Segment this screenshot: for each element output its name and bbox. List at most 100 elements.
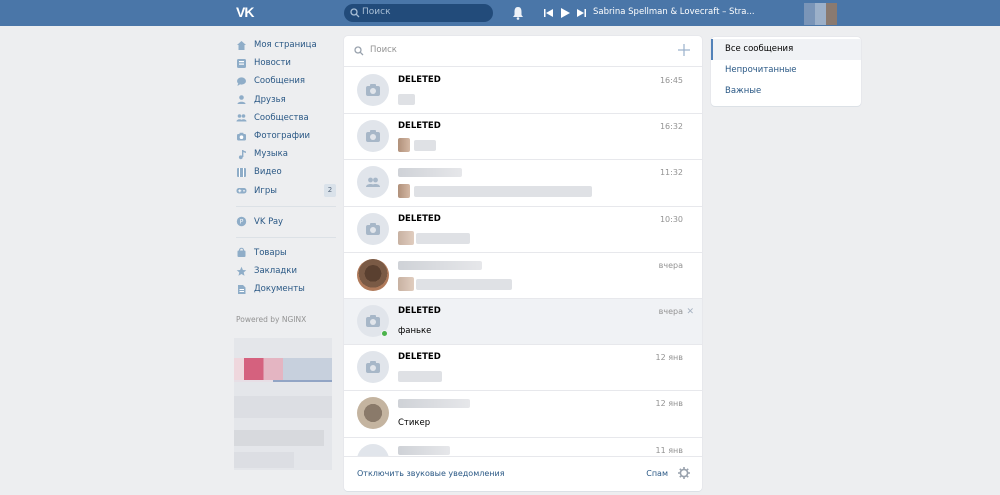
nav-item-games[interactable]: Игры 2 (236, 182, 336, 200)
camera-icon (366, 84, 380, 96)
vk-logo[interactable]: VK (236, 4, 262, 22)
blurred-sender-avatar (398, 276, 414, 291)
blurred-message (414, 140, 436, 152)
ad-text-placeholder (234, 452, 294, 468)
nav-item-photos[interactable]: Фотографии (236, 127, 336, 145)
camera-icon (237, 132, 246, 141)
bookmarks-icon (236, 266, 247, 276)
dialog-row[interactable]: DELETED 12 янв (344, 345, 702, 392)
dialog-name: DELETED (398, 213, 441, 224)
nav-item-vk-pay[interactable]: P VK Pay (236, 213, 336, 231)
dialogs-list: DELETED 16:45 DELETED 16:32 11:32 DELETE… (344, 68, 702, 456)
nav-item-my-page[interactable]: Моя страница (236, 36, 336, 54)
current-track-title[interactable]: Sabrina Spellman & Lovecraft – Stra... (593, 7, 755, 17)
spam-link[interactable]: Спам (646, 469, 668, 478)
nav-item-communities[interactable]: Сообщества (236, 109, 336, 127)
nav-item-bookmarks[interactable]: Закладки (236, 262, 336, 280)
top-bar: VK Поиск Sabrina Spellman & Lovecraft – … (0, 0, 1000, 26)
user-avatar[interactable] (804, 3, 848, 25)
nav-label: Игры (254, 185, 277, 196)
nav-label: Музыка (254, 149, 288, 160)
dialog-time: вчера (658, 260, 683, 270)
blurred-dialog-name (398, 445, 450, 455)
dialog-time: вчера (658, 306, 683, 316)
dialog-row[interactable]: вчера (344, 253, 702, 299)
play-icon[interactable] (559, 7, 571, 19)
disable-sound-notifications-link[interactable]: Отключить звуковые уведомления (357, 469, 505, 478)
header-search-placeholder: Поиск (362, 7, 391, 17)
home-icon (237, 40, 246, 50)
filter-unread[interactable]: Непрочитанные (711, 60, 861, 81)
dialog-time: 10:30 (659, 214, 683, 224)
ad-text-placeholder (234, 430, 324, 446)
camera-icon (366, 361, 380, 374)
dialog-time: 16:45 (659, 76, 683, 85)
avatar (357, 120, 389, 153)
filter-important[interactable]: Важные (711, 81, 861, 102)
avatar (357, 397, 389, 430)
nav-label: Товары (254, 247, 287, 258)
dialog-row[interactable]: 11 янв (344, 438, 702, 456)
ad-block[interactable] (234, 338, 332, 470)
gear-icon[interactable] (678, 467, 690, 479)
goods-icon (237, 248, 246, 258)
nav-divider (236, 236, 336, 238)
search-icon (350, 8, 360, 18)
filter-all-messages[interactable]: Все сообщения (711, 39, 861, 60)
search-icon (354, 46, 364, 56)
previous-track-icon[interactable] (543, 7, 555, 19)
dialogs-footer: Отключить звуковые уведомления Спам (344, 456, 702, 491)
blurred-message (416, 232, 470, 244)
powered-by-text: Powered by NGINX (236, 315, 307, 324)
nav-item-music[interactable]: Музыка (236, 145, 336, 163)
blurred-message (416, 278, 512, 290)
nav-item-news[interactable]: Новости (236, 54, 336, 72)
nav-item-friends[interactable]: Друзья (236, 91, 336, 109)
nav-item-video[interactable]: Видео (236, 163, 336, 181)
friends-icon (237, 95, 246, 105)
avatar (357, 443, 389, 456)
camera-icon (366, 222, 380, 235)
nav-label: Сообщества (254, 112, 309, 123)
messages-filter-menu: Все сообщения Непрочитанные Важные (711, 37, 861, 106)
dialog-time: 11 янв (655, 445, 683, 455)
next-track-icon[interactable] (575, 7, 587, 19)
dialog-name: DELETED (398, 75, 441, 85)
nav-label: Фотографии (254, 131, 311, 142)
nav-item-documents[interactable]: Документы (236, 280, 336, 298)
dialog-row[interactable]: 12 янв Стикер (344, 391, 702, 438)
camera-icon (366, 130, 380, 143)
communities-icon (236, 114, 247, 122)
camera-icon (366, 314, 380, 327)
nav-label: Моя страница (254, 40, 317, 51)
dialog-message: фаньке (398, 325, 432, 336)
dialogs-search-placeholder: Поиск (370, 45, 397, 55)
nav-label: Документы (254, 284, 305, 295)
dialog-row-selected[interactable]: DELETED вчера ✕ фаньке (344, 298, 702, 346)
blurred-dialog-name (398, 399, 470, 409)
nav-item-messages[interactable]: Сообщения (236, 72, 336, 90)
blurred-message (398, 371, 442, 383)
dialog-time: 16:32 (659, 122, 683, 132)
dialog-row[interactable]: DELETED 16:32 (344, 114, 702, 161)
nav-label: VK Pay (254, 216, 284, 227)
blurred-dialog-name (398, 260, 482, 270)
online-indicator (381, 329, 388, 337)
svg-text:P: P (240, 219, 244, 226)
dialog-row[interactable]: DELETED 10:30 (344, 207, 702, 253)
vk-pay-icon: P (236, 217, 247, 227)
avatar (357, 212, 389, 245)
notifications-bell-icon[interactable] (512, 6, 524, 20)
nav-label: Сообщения (254, 76, 306, 87)
avatar (357, 258, 389, 291)
dialog-row[interactable]: 11:32 (344, 160, 702, 207)
nav-item-goods[interactable]: Товары (236, 244, 336, 262)
avatar (357, 166, 389, 199)
dialog-message: Стикер (398, 418, 431, 429)
delete-dialog-icon[interactable]: ✕ (686, 307, 694, 317)
header-search-input[interactable]: Поиск (344, 4, 493, 22)
new-conversation-plus-icon[interactable] (678, 44, 690, 56)
ad-text-placeholder (234, 396, 332, 418)
dialogs-search-input[interactable]: Поиск (344, 36, 702, 67)
dialog-row[interactable]: DELETED 16:45 (344, 68, 702, 115)
